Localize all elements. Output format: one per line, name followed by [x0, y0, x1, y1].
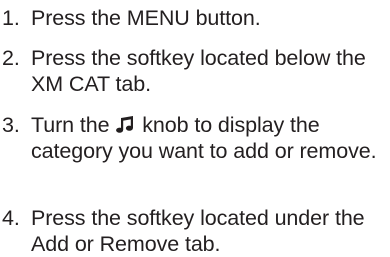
- step-1: 1. Press the MENU button.: [0, 5, 388, 31]
- music-note-icon: [116, 115, 134, 134]
- step-2-number: 2.: [2, 46, 20, 70]
- step-1-number: 1.: [2, 6, 20, 30]
- step-3: 3. Turn the knob to display the category…: [0, 112, 388, 164]
- step-4-text: Press the softkey located under the Add …: [31, 206, 365, 256]
- step-1-text: Press the MENU button.: [31, 6, 261, 30]
- step-4-number: 4.: [2, 206, 20, 230]
- step-2-text: Press the softkey located below the XM C…: [31, 46, 366, 96]
- step-2: 2. Press the softkey located below the X…: [0, 45, 388, 97]
- step-3-text: Turn the knob to display the category yo…: [31, 112, 388, 164]
- step-4: 4. Press the softkey located under the A…: [0, 205, 388, 257]
- instruction-steps: 1. Press the MENU button. 2. Press the s…: [0, 0, 390, 257]
- step-3-number: 3.: [2, 113, 20, 137]
- step-3-text-before-icon: Turn the: [31, 113, 110, 137]
